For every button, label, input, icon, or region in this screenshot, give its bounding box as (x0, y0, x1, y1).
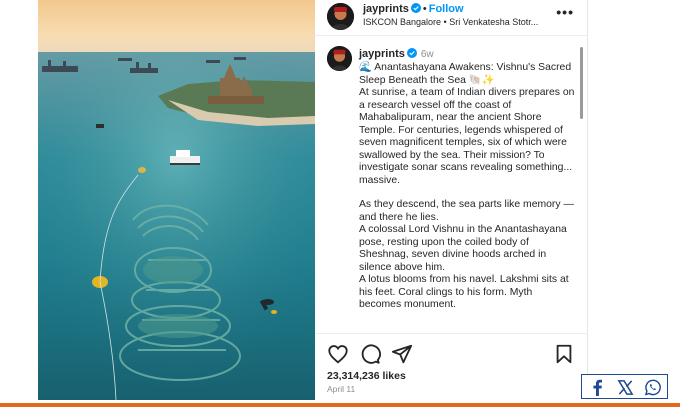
facebook-icon[interactable] (588, 378, 607, 397)
post-image[interactable] (38, 0, 315, 400)
social-share-box (581, 374, 668, 399)
verified-badge-icon (410, 3, 421, 13)
caption-paragraph: As they descend, the sea parts like memo… (359, 199, 574, 223)
separator-dot: • (422, 3, 427, 15)
avatar[interactable] (327, 3, 354, 30)
post-header: jayprints • Follow ISKCON Bangalore • Sri … (315, 0, 588, 36)
caption-paragraph: A lotus blooms from his navel. Lakshmi s… (359, 274, 569, 310)
location-link[interactable]: ISKCON Bangalore • Sri Venkatesha Stotr.… (363, 17, 538, 27)
caption-area[interactable]: jayprints 6w 🌊 Anantashayana Awakens: Vis… (315, 37, 588, 333)
post-panel: jayprints • Follow ISKCON Bangalore • Sri … (315, 0, 588, 400)
heart-icon[interactable] (327, 343, 349, 365)
post-time[interactable]: 6w (421, 49, 434, 60)
post-date: April 11 (327, 384, 356, 394)
caption-paragraph: At sunrise, a team of Indian divers prep… (359, 87, 575, 186)
verified-badge-icon (406, 48, 417, 58)
bookmark-icon[interactable] (553, 343, 575, 365)
caption-paragraph: A colossal Lord Vishnu in the Anantashay… (359, 224, 567, 273)
username[interactable]: jayprints (363, 3, 409, 15)
caption-username[interactable]: jayprints (359, 48, 405, 60)
profile-picture (327, 3, 354, 30)
likes-count[interactable]: 23,314,236 likes (327, 370, 406, 382)
bottom-accent-bar (0, 403, 680, 407)
share-send-icon[interactable] (391, 343, 413, 365)
caption-avatar[interactable] (327, 46, 352, 71)
caption-text: 🌊 Anantashayana Awakens: Vishnu's Sacred… (359, 62, 577, 312)
whatsapp-icon[interactable] (643, 378, 662, 397)
caption-title: 🌊 Anantashayana Awakens: Vishnu's Sacred… (359, 62, 572, 86)
x-icon[interactable] (616, 378, 635, 397)
comment-icon[interactable] (359, 343, 381, 365)
scrollbar[interactable] (580, 47, 583, 119)
more-options-button[interactable]: ••• (556, 4, 574, 20)
follow-button[interactable]: Follow (429, 3, 464, 15)
profile-picture (327, 46, 352, 71)
caption-header: jayprints 6w (359, 48, 434, 60)
post-actions: 23,314,236 likes April 11 (315, 333, 588, 400)
header-line: jayprints • Follow (363, 3, 464, 15)
underwater-temple-image (38, 0, 315, 400)
